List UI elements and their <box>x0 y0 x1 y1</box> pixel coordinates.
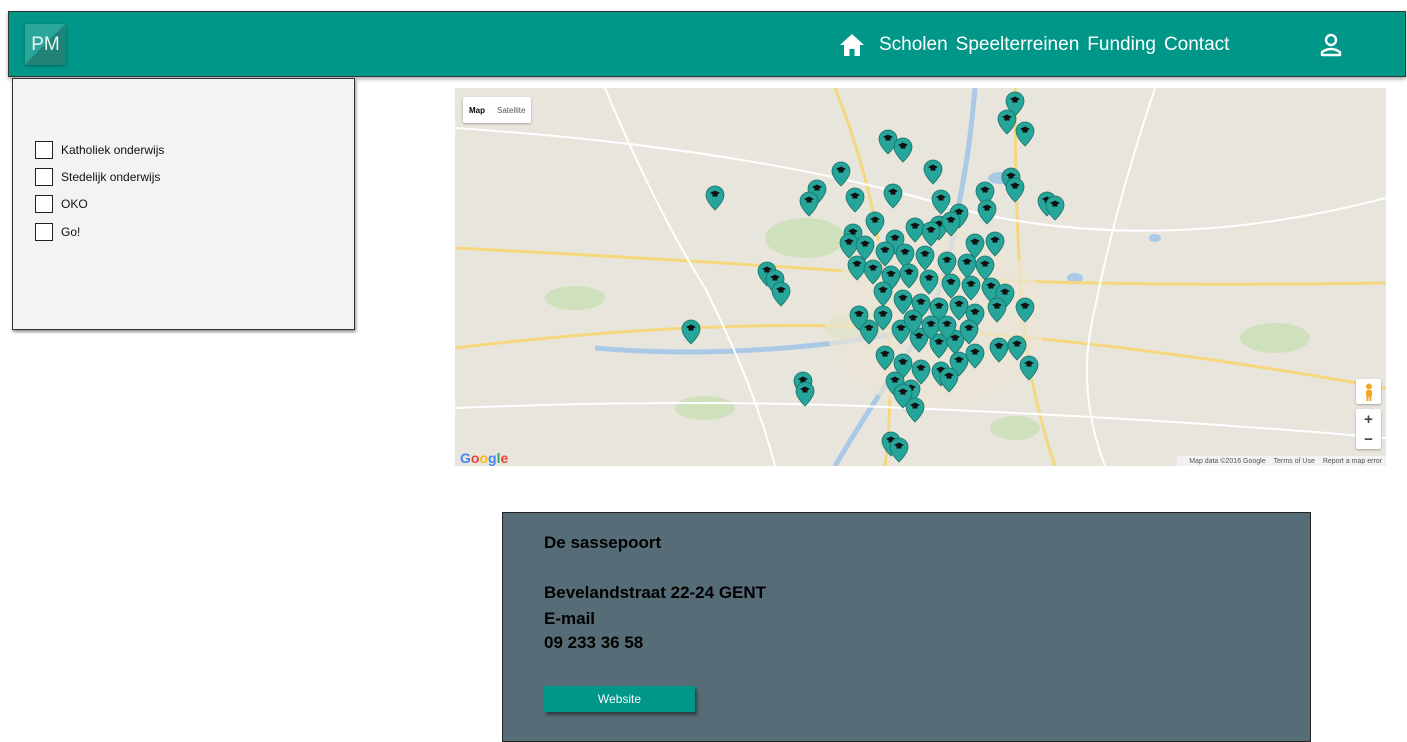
filter-stedelijk[interactable]: Stedelijk onderwijs <box>35 167 160 187</box>
map-canvas[interactable] <box>455 88 1386 466</box>
map-data-attribution: Map data ©2016 Google <box>1189 457 1266 465</box>
zoom-out-button[interactable]: − <box>1356 429 1381 449</box>
home-icon[interactable] <box>839 31 867 59</box>
filter-katholiek[interactable]: Katholiek onderwijs <box>35 140 164 160</box>
pegman-icon[interactable] <box>1356 379 1381 404</box>
filter-go[interactable]: Go! <box>35 222 80 242</box>
report-error-link[interactable]: Report a map error <box>1323 458 1382 465</box>
filter-oko[interactable]: OKO <box>35 194 88 214</box>
filter-label: Stedelijk onderwijs <box>61 170 161 184</box>
map-type-satellite[interactable]: Satellite <box>491 106 531 115</box>
google-logo: Google <box>460 450 509 466</box>
filter-panel: Katholiek onderwijs Stedelijk onderwijs … <box>12 78 355 330</box>
zoom-control: + − <box>1356 409 1381 449</box>
checkbox-katholiek[interactable] <box>35 141 53 159</box>
filter-label: Katholiek onderwijs <box>61 143 165 157</box>
school-phone: 09 233 36 58 <box>544 633 644 652</box>
website-button[interactable]: Website <box>544 686 695 712</box>
map-type-map[interactable]: Map <box>463 106 491 115</box>
school-info-card: De sassepoort Bevelandstraat 22-24 GENT … <box>502 512 1311 742</box>
checkbox-go[interactable] <box>35 223 53 241</box>
checkbox-oko[interactable] <box>35 195 53 213</box>
map-footer: Map data ©2016 Google Terms of Use Repor… <box>1177 456 1386 466</box>
logo[interactable]: PM <box>25 24 66 65</box>
school-address: Bevelandstraat 22-24 GENT <box>544 583 767 602</box>
top-navbar: PM Scholen Speelterreinen Funding Contac… <box>8 11 1406 77</box>
school-email[interactable]: E-mail <box>544 609 595 629</box>
nav-scholen[interactable]: Scholen <box>879 34 948 56</box>
nav-funding[interactable]: Funding <box>1087 34 1156 56</box>
logo-text: PM <box>31 33 60 55</box>
school-map[interactable]: Map Satellite + − Google Map data ©2016 … <box>455 88 1386 466</box>
school-name: De sassepoort <box>544 533 662 552</box>
nav-contact[interactable]: Contact <box>1164 34 1229 56</box>
map-type-control: Map Satellite <box>463 97 532 123</box>
nav-speelterreinen[interactable]: Speelterreinen <box>956 34 1080 56</box>
terms-of-use-link[interactable]: Terms of Use <box>1274 458 1315 465</box>
filter-label: OKO <box>61 197 88 211</box>
user-icon[interactable] <box>1320 33 1342 57</box>
filter-label: Go! <box>61 225 81 239</box>
main-nav: Scholen Speelterreinen Funding Contact <box>839 12 1237 78</box>
checkbox-stedelijk[interactable] <box>35 168 53 186</box>
zoom-in-button[interactable]: + <box>1356 409 1381 429</box>
